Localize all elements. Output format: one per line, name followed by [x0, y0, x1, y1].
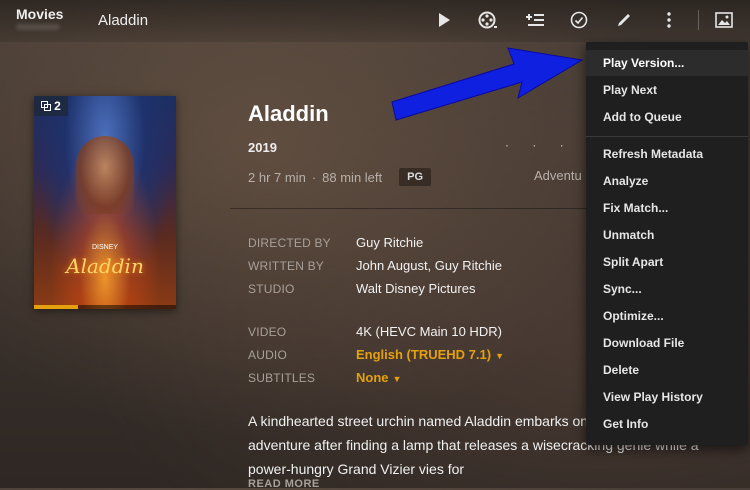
copies-icon: [41, 101, 52, 111]
versions-count: 2: [54, 99, 61, 113]
menu-item-fix-match[interactable]: Fix Match...: [586, 195, 748, 221]
menu-item-sync[interactable]: Sync...: [586, 276, 748, 302]
page-title: Aladdin: [98, 12, 149, 29]
divider: [230, 208, 610, 209]
menu-item-get-info[interactable]: Get Info: [586, 411, 748, 437]
more-vertical-icon[interactable]: [657, 9, 681, 31]
audio-dropdown[interactable]: English (TRUEHD 7.1) ▼: [356, 347, 504, 362]
image-icon[interactable]: [712, 9, 736, 31]
menu-item-delete[interactable]: Delete: [586, 357, 748, 383]
breadcrumb-section[interactable]: Movies: [16, 6, 63, 22]
movie-poster[interactable]: DISNEY Aladdin: [34, 96, 176, 309]
subtitles-value: None: [356, 370, 389, 385]
annotation-arrow: [391, 47, 584, 121]
menu-item-play-next[interactable]: Play Next: [586, 77, 748, 103]
top-bar: Movies Aladdin: [0, 0, 750, 42]
watch-progress-bar: [34, 305, 176, 309]
movie-year: 2019: [248, 140, 277, 155]
breadcrumb-subtitle-blurred: [16, 24, 60, 30]
menu-separator: [586, 136, 748, 137]
directed-by-label: DIRECTED BY: [248, 236, 331, 250]
menu-item-analyze[interactable]: Analyze: [586, 168, 748, 194]
meta-separator: ·: [311, 169, 317, 185]
chevron-down-icon: ▼: [495, 351, 504, 361]
poster-artwork: [76, 136, 134, 214]
menu-item-split-apart[interactable]: Split Apart: [586, 249, 748, 275]
poster-studio-mark: DISNEY: [91, 244, 119, 251]
studio-label: STUDIO: [248, 282, 295, 296]
genre[interactable]: Adventu: [534, 168, 582, 183]
studio-value[interactable]: Walt Disney Pictures: [356, 281, 475, 296]
movie-meta: 2 hr 7 min · 88 min left PG: [248, 168, 432, 186]
audio-label: AUDIO: [248, 348, 288, 362]
add-to-queue-icon[interactable]: [523, 9, 547, 31]
menu-item-refresh-metadata[interactable]: Refresh Metadata: [586, 141, 748, 167]
poster-logo: Aladdin: [66, 254, 144, 278]
play-icon[interactable]: [432, 9, 456, 31]
video-value: 4K (HEVC Main 10 HDR): [356, 324, 502, 339]
toolbar-divider: [698, 10, 699, 30]
watch-progress-fill: [34, 305, 79, 309]
context-menu: Play Version... Play Next Add to Queue R…: [586, 42, 748, 445]
menu-item-view-play-history[interactable]: View Play History: [586, 384, 748, 410]
check-circle-icon[interactable]: [567, 9, 591, 31]
menu-item-optimize[interactable]: Optimize...: [586, 303, 748, 329]
menu-item-add-to-queue[interactable]: Add to Queue: [586, 104, 748, 130]
written-by-value[interactable]: John August, Guy Ritchie: [356, 258, 502, 273]
menu-item-download-file[interactable]: Download File: [586, 330, 748, 356]
time-left: 88 min left: [322, 169, 383, 185]
subtitles-label: SUBTITLES: [248, 371, 316, 385]
subtitles-dropdown[interactable]: None ▼: [356, 370, 401, 385]
menu-item-unmatch[interactable]: Unmatch: [586, 222, 748, 248]
chevron-down-icon: ▼: [392, 374, 402, 384]
duration: 2 hr 7 min: [248, 169, 306, 185]
pencil-icon[interactable]: [612, 9, 636, 31]
menu-item-play-version[interactable]: Play Version...: [586, 50, 748, 76]
written-by-label: WRITTEN BY: [248, 259, 324, 273]
film-reel-icon[interactable]: [476, 9, 500, 31]
audio-value: English (TRUEHD 7.1): [356, 347, 492, 362]
directed-by-value[interactable]: Guy Ritchie: [356, 235, 423, 250]
content-rating-badge: PG: [399, 168, 432, 186]
video-label: VIDEO: [248, 325, 287, 339]
read-more-link[interactable]: READ MORE: [248, 478, 320, 490]
versions-badge: 2: [34, 96, 68, 116]
movie-title: Aladdin: [248, 101, 329, 126]
